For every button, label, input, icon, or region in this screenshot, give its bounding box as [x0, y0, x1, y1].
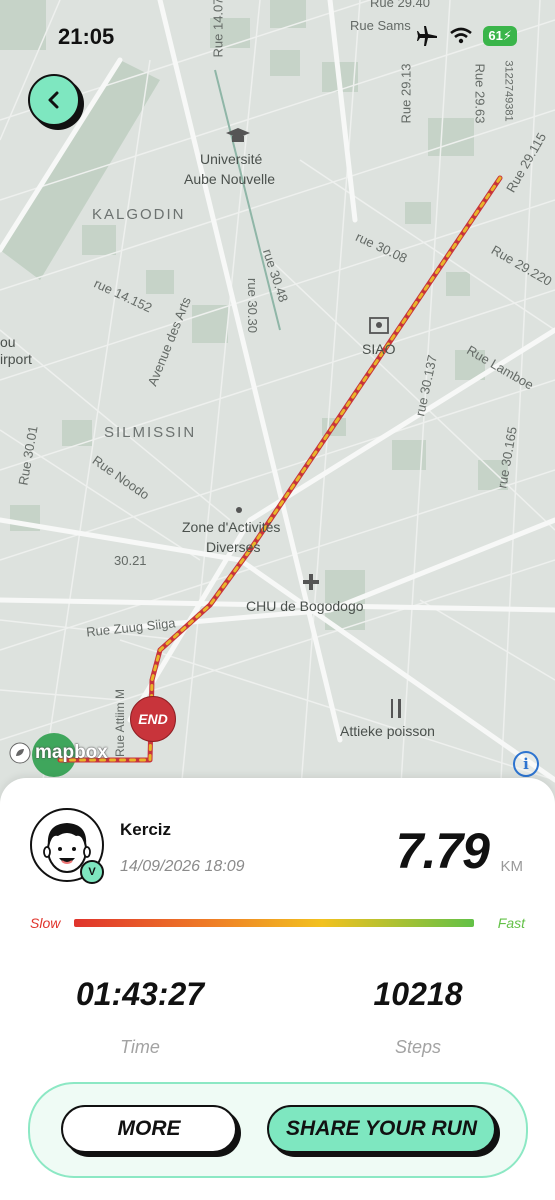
poi-label: SIAO — [362, 341, 396, 357]
back-button[interactable] — [28, 74, 80, 126]
run-summary-panel: V Kerciz 14/09/2026 18:09 7.79 KM Slow F… — [0, 778, 555, 1200]
mapbox-icon — [9, 742, 31, 764]
battery-level: 61 — [488, 28, 503, 43]
battery-icon: 61⚡ — [483, 26, 517, 46]
poi-label: CHU de Bogodogo — [246, 598, 364, 614]
street-label: Rue Attiim M — [113, 688, 128, 758]
speed-slow-label: Slow — [30, 915, 61, 931]
mapbox-text: mapbox — [35, 742, 108, 763]
run-date: 14/09/2026 18:09 — [120, 858, 245, 875]
mapbox-logo[interactable]: mapbox — [8, 741, 108, 765]
poi-label: Diverses — [206, 539, 261, 555]
street-label: Rue Sams — [350, 18, 411, 33]
status-icons: 61⚡ — [415, 25, 517, 47]
poi-label: Zone d'Activités — [182, 519, 281, 535]
distance-unit: KM — [500, 858, 524, 875]
map-view[interactable]: Rue 29.40 Rue Sams Rue 14.07 Rue 29.13 R… — [0, 0, 555, 800]
info-icon[interactable]: i — [513, 751, 539, 777]
chevron-left-icon — [48, 91, 59, 109]
steps-label: Steps — [394, 1037, 442, 1057]
poi-label: Attieke poisson — [340, 723, 435, 739]
charging-icon: ⚡ — [502, 28, 512, 43]
wifi-icon — [450, 27, 473, 44]
verified-badge: V — [80, 860, 104, 884]
share-run-button[interactable]: SHARE YOUR RUN — [267, 1105, 496, 1153]
street-label: Rue 29.13 — [398, 63, 414, 124]
street-label: Rue 14.07 — [210, 0, 226, 58]
speed-gradient-bar — [74, 919, 474, 927]
poi-label: Université — [200, 151, 263, 167]
distance-value: 7.79 — [395, 823, 490, 879]
street-label: rue 30.30 — [244, 278, 260, 333]
street-label: 30.21 — [114, 553, 147, 568]
speed-fast-label: Fast — [497, 915, 525, 931]
poi-label: irport — [0, 351, 32, 367]
street-label: Rue 29.40 — [370, 0, 430, 10]
airplane-icon — [417, 26, 438, 46]
status-time: 21:05 — [58, 24, 115, 49]
time-label: Time — [120, 1037, 160, 1057]
username: Kerciz — [120, 820, 172, 839]
more-button[interactable]: MORE — [61, 1105, 237, 1153]
street-label: 3122749381 — [502, 60, 515, 122]
street-label: Rue 29.63 — [472, 63, 488, 124]
steps-value: 10218 — [373, 976, 463, 1012]
district-label: SILMISSIN — [104, 424, 197, 441]
time-value: 01:43:27 — [75, 976, 205, 1012]
poi-label: Aube Nouvelle — [184, 171, 276, 187]
action-bar: MORE SHARE YOUR RUN — [28, 1082, 528, 1178]
end-marker[interactable]: END — [130, 696, 176, 742]
district-label: KALGODIN — [92, 206, 186, 223]
